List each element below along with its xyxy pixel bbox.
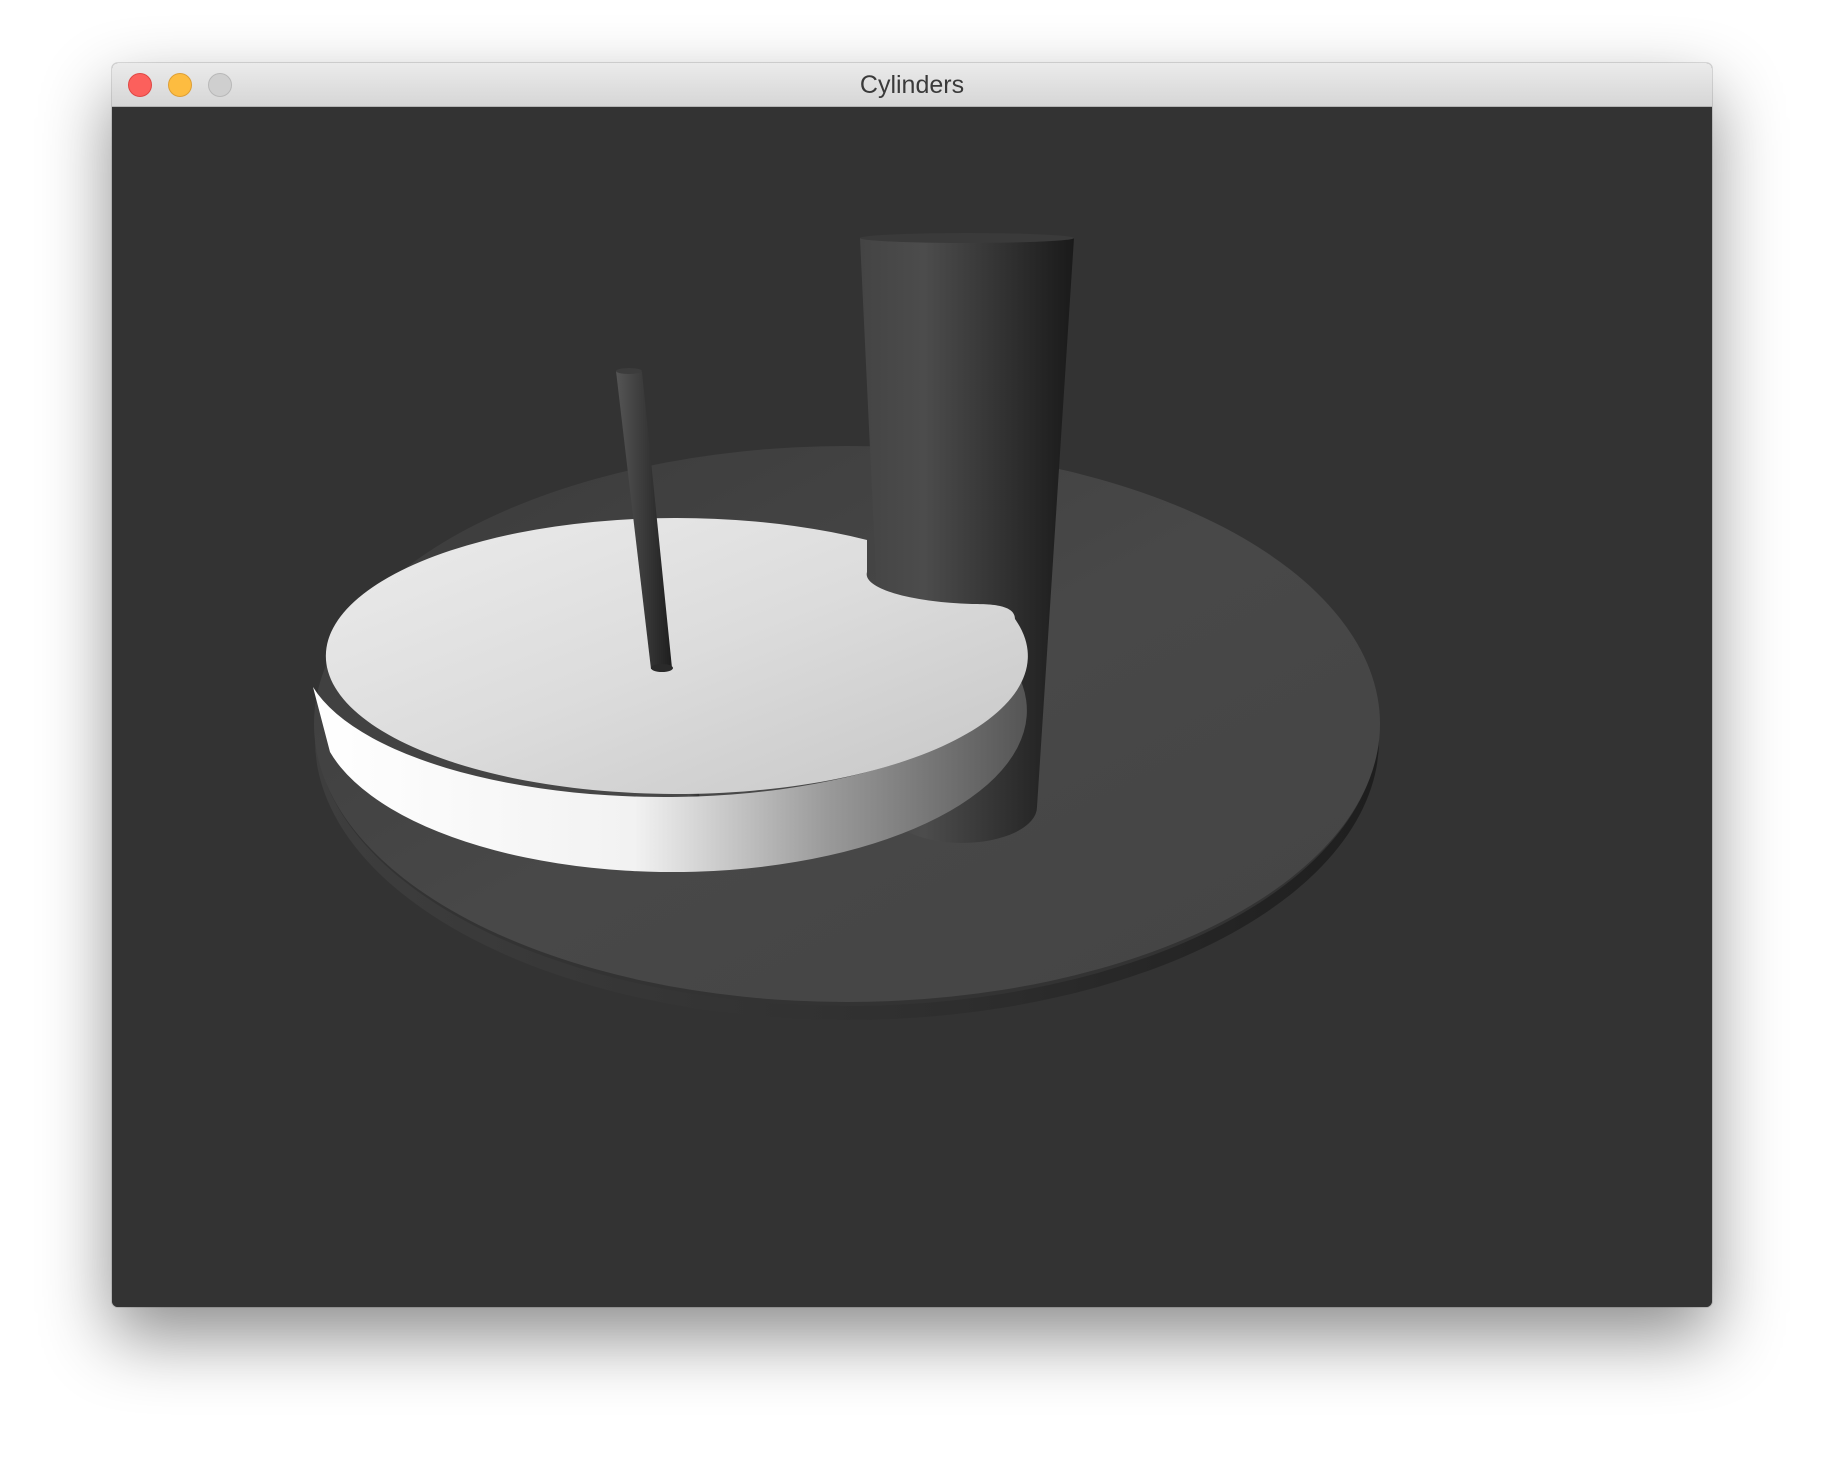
render-viewport[interactable] (112, 107, 1712, 1307)
window-title: Cylinders (859, 71, 965, 99)
app-window: Cylinders (112, 63, 1712, 1307)
scene-canvas (313, 233, 1380, 1020)
title-bar[interactable]: Cylinders (112, 63, 1712, 107)
